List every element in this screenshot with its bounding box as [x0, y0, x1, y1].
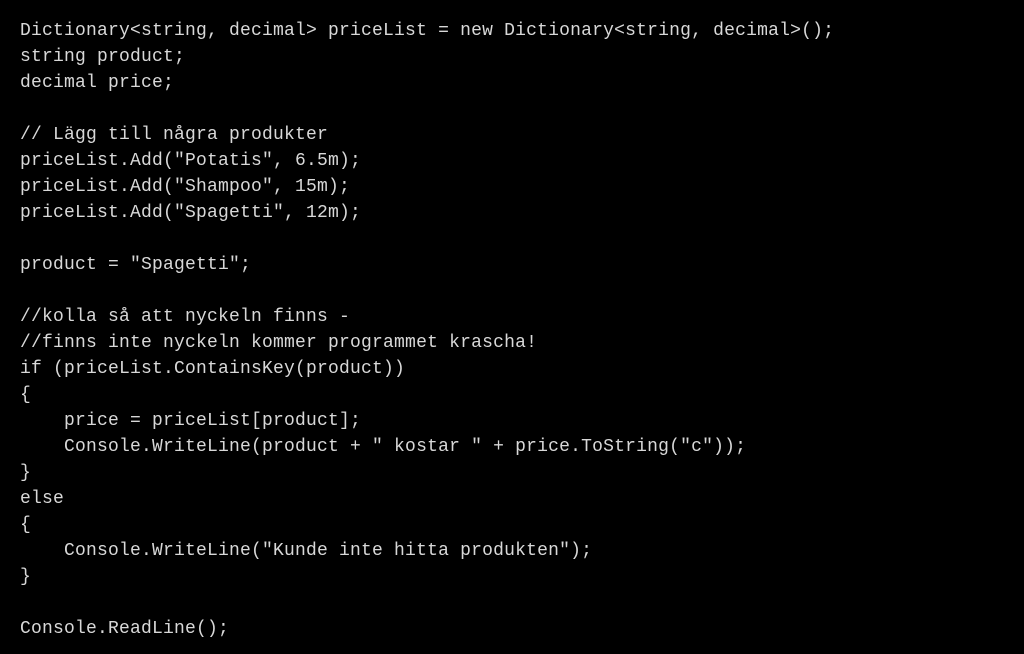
code-block: Dictionary<string, decimal> priceList = … — [0, 0, 1024, 654]
